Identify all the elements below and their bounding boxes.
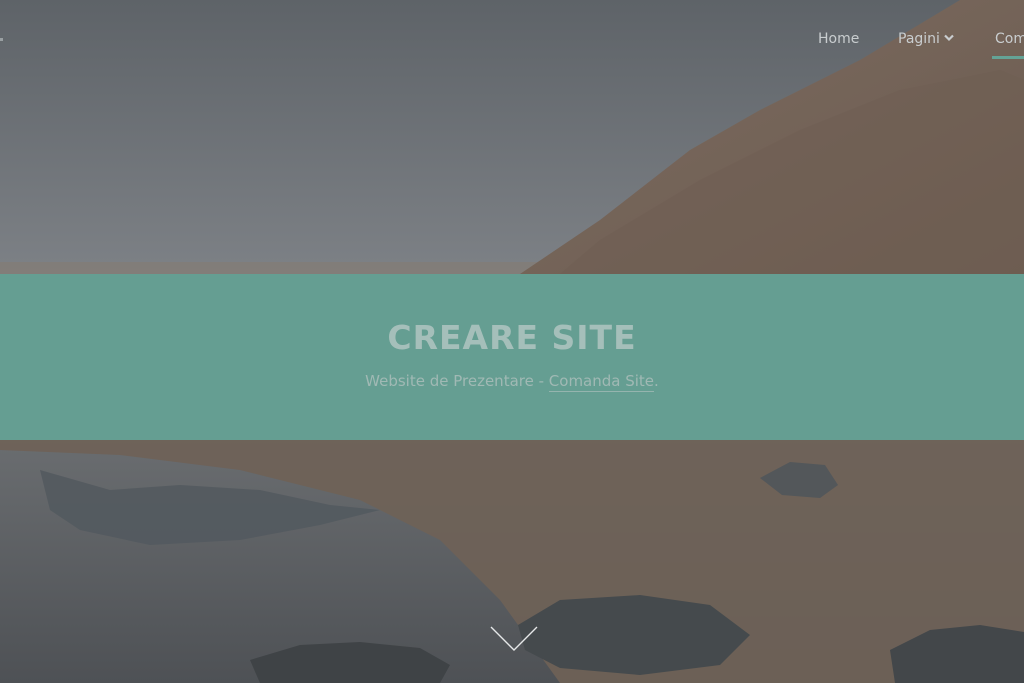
comanda-site-link[interactable]: Comanda Site	[548, 372, 655, 392]
nav-home-link[interactable]: Home	[818, 31, 859, 47]
subtitle-period: .	[654, 372, 659, 390]
nav-pagini-link[interactable]: Pagini	[898, 31, 940, 47]
nav-comanda-link[interactable]: Com	[995, 31, 1024, 47]
hero-subtitle: Website de Prezentare - Comanda Site.	[0, 372, 1024, 392]
edge-mark	[0, 38, 3, 41]
hero-title: CREARE SITE	[387, 318, 637, 357]
scroll-down-chevron-icon[interactable]	[488, 624, 540, 654]
active-nav-underline	[992, 56, 1024, 59]
top-navigation: Home Pagini Com	[0, 0, 1024, 80]
hero-banner	[0, 274, 1024, 440]
chevron-down-icon[interactable]	[944, 34, 954, 42]
subtitle-text: Website de Prezentare -	[365, 372, 549, 390]
